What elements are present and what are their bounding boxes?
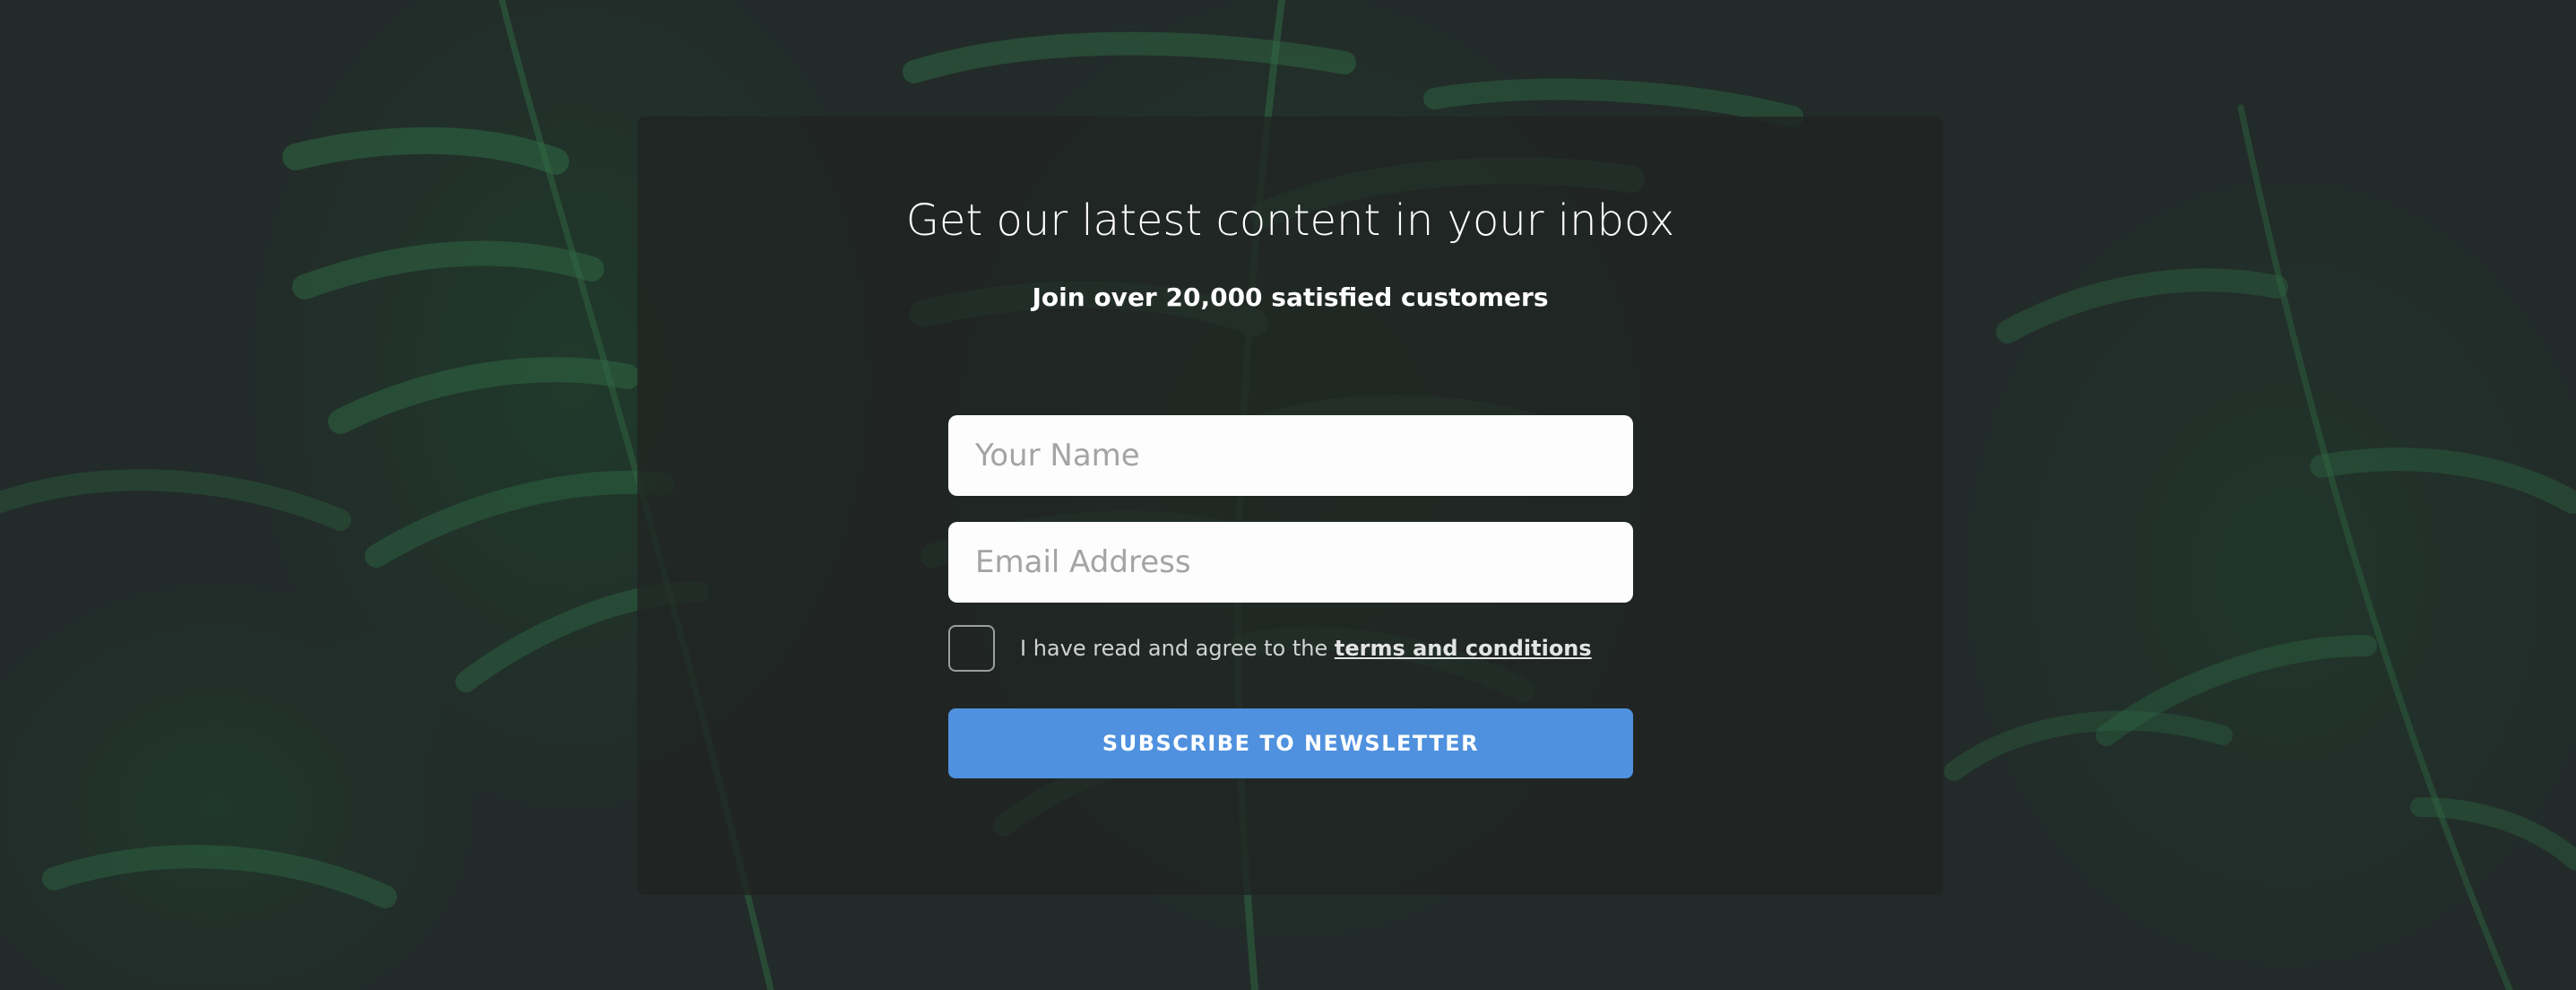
newsletter-subtitle: Join over 20,000 satisfied customers — [1032, 282, 1549, 312]
subscribe-button[interactable]: SUBSCRIBE TO NEWSLETTER — [948, 708, 1633, 778]
terms-checkbox[interactable] — [948, 625, 995, 672]
newsletter-title: Get our latest content in your inbox — [905, 195, 1675, 246]
terms-consent-row: I have read and agree to the terms and c… — [948, 625, 1633, 672]
terms-and-conditions-link[interactable]: terms and conditions — [1335, 636, 1592, 661]
terms-consent-text: I have read and agree to the — [1020, 636, 1335, 661]
name-input[interactable] — [948, 415, 1633, 496]
terms-consent-label: I have read and agree to the terms and c… — [1020, 632, 1592, 664]
email-input[interactable] — [948, 522, 1633, 603]
